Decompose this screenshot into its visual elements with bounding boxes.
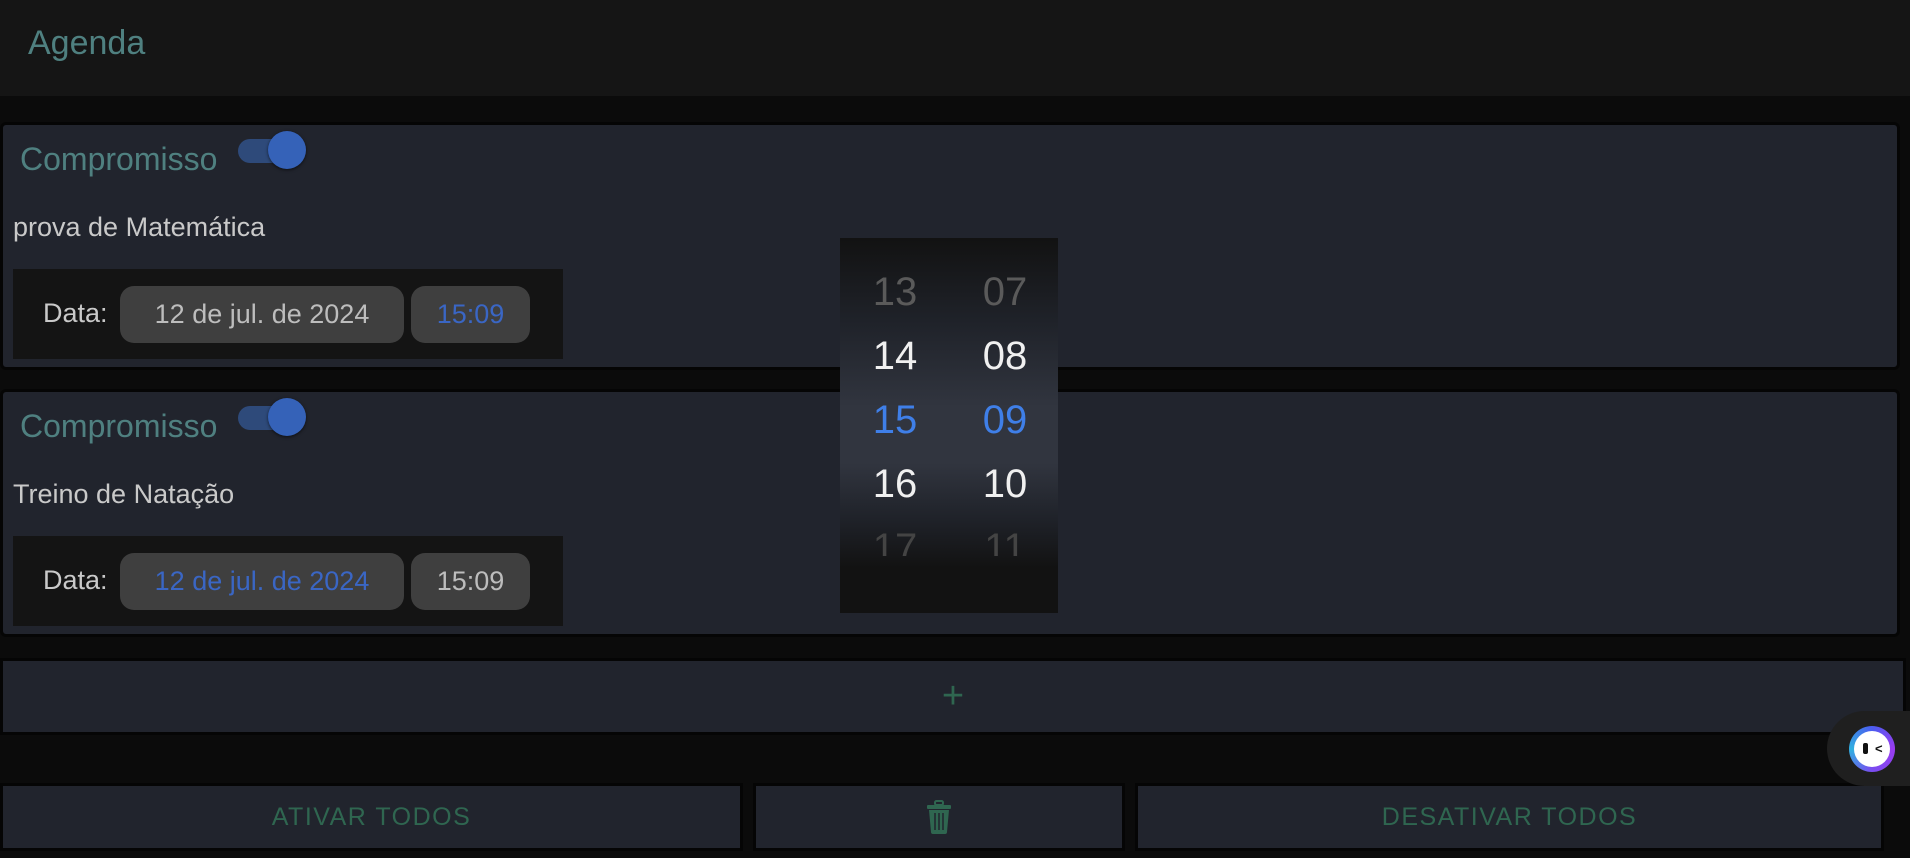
trash-icon bbox=[927, 800, 951, 834]
minute-option[interactable]: 08 bbox=[965, 324, 1045, 388]
date-row: Data: 12 de jul. de 2024 15:09 bbox=[13, 269, 563, 359]
hour-option[interactable]: 14 bbox=[855, 324, 935, 388]
assistant-widget[interactable]: < bbox=[1827, 711, 1910, 786]
deactivate-all-button[interactable]: DESATIVAR TODOS bbox=[1135, 783, 1884, 851]
hour-option[interactable]: 16 bbox=[855, 452, 935, 516]
hour-column[interactable]: 13 14 15 16 17 bbox=[855, 238, 935, 556]
app-header: Agenda bbox=[0, 0, 1910, 96]
appointment-title[interactable]: Treino de Natação bbox=[13, 479, 234, 510]
hour-option-selected[interactable]: 15 bbox=[855, 388, 935, 452]
appointment-label: Compromisso bbox=[20, 408, 218, 444]
minute-option[interactable]: 10 bbox=[965, 452, 1045, 516]
page-title: Agenda bbox=[28, 24, 146, 62]
add-appointment-button[interactable]: + bbox=[0, 658, 1906, 735]
date-label: Data: bbox=[43, 565, 108, 595]
minute-option[interactable]: 07 bbox=[965, 260, 1045, 324]
appointment-title[interactable]: prova de Matemática bbox=[13, 212, 265, 243]
enable-toggle[interactable] bbox=[238, 396, 306, 436]
date-input[interactable]: 12 de jul. de 2024 bbox=[120, 286, 404, 343]
delete-button[interactable] bbox=[753, 783, 1125, 851]
date-input[interactable]: 12 de jul. de 2024 bbox=[120, 553, 404, 610]
date-row: Data: 12 de jul. de 2024 15:09 bbox=[13, 536, 563, 626]
hour-option[interactable]: 13 bbox=[855, 260, 935, 324]
date-label: Data: bbox=[43, 298, 108, 328]
enable-toggle[interactable] bbox=[238, 129, 306, 169]
activate-all-button[interactable]: ATIVAR TODOS bbox=[0, 783, 743, 851]
hour-option[interactable]: 17 bbox=[855, 516, 935, 556]
minute-option[interactable]: 11 bbox=[965, 516, 1045, 556]
time-input[interactable]: 15:09 bbox=[411, 553, 530, 610]
minute-column[interactable]: 07 08 09 10 11 bbox=[965, 238, 1045, 556]
time-picker-popup[interactable]: 13 14 15 16 17 07 08 09 10 11 bbox=[840, 238, 1058, 613]
assistant-bot-icon: < bbox=[1849, 726, 1895, 772]
minute-option-selected[interactable]: 09 bbox=[965, 388, 1045, 452]
time-input[interactable]: 15:09 bbox=[411, 286, 530, 343]
appointment-label: Compromisso bbox=[20, 141, 218, 177]
